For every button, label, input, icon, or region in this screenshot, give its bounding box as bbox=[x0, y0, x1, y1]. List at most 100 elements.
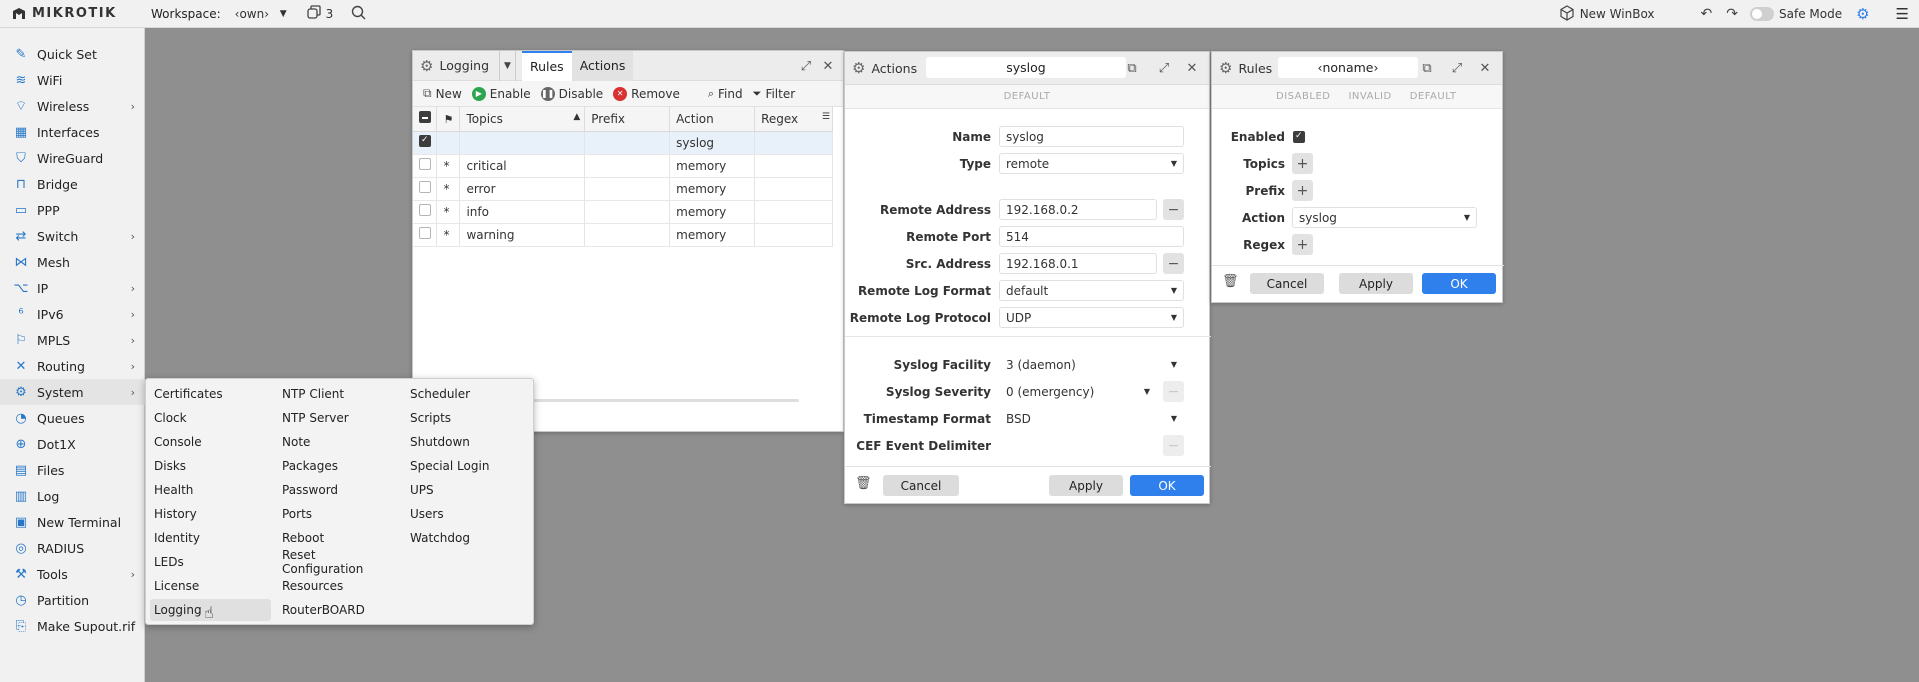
row-checkbox[interactable] bbox=[413, 131, 438, 155]
sidebar-item-radius[interactable]: ◎ RADIUS bbox=[0, 535, 145, 561]
cancel-button[interactable]: Cancel bbox=[883, 475, 959, 496]
disable-button[interactable]: ❚❚ Disable bbox=[540, 86, 603, 101]
menu-item-watchdog[interactable]: Watchdog bbox=[402, 527, 527, 549]
menu-item-users[interactable]: Users bbox=[402, 503, 527, 525]
sidebar-item-system[interactable]: ⚙ System › bbox=[0, 379, 145, 405]
expand-icon[interactable]: ⤢ bbox=[1153, 52, 1175, 85]
menu-item-leds[interactable]: LEDs bbox=[146, 551, 271, 573]
sidebar-item-dot1x[interactable]: ⊕ Dot1X bbox=[0, 431, 145, 457]
menu-icon[interactable]: ☰ bbox=[1896, 5, 1909, 23]
sidebar-item-mesh[interactable]: ⋈ Mesh bbox=[0, 249, 145, 275]
menu-icon[interactable]: ☰ bbox=[822, 112, 830, 122]
remote-log-protocol-select[interactable]: UDP ▼ bbox=[999, 307, 1184, 328]
flag-column-header[interactable]: ⚑ bbox=[436, 107, 461, 132]
apply-button[interactable]: Apply bbox=[1339, 273, 1413, 294]
safe-mode-toggle[interactable]: Safe Mode bbox=[1750, 7, 1842, 21]
sidebar-item-ipv6[interactable]: ⁶ IPv6 › bbox=[0, 301, 145, 327]
settings-icon[interactable]: ⚙ bbox=[1856, 5, 1869, 23]
sidebar-item-wireguard[interactable]: ⛉ WireGuard bbox=[0, 145, 145, 171]
menu-item-identity[interactable]: Identity bbox=[146, 527, 271, 549]
sidebar-item-partition[interactable]: ◷ Partition bbox=[0, 587, 145, 613]
sidebar-item-mpls[interactable]: ⚐ MPLS › bbox=[0, 327, 145, 353]
apply-button[interactable]: Apply bbox=[1049, 475, 1123, 496]
close-icon[interactable]: ✕ bbox=[1181, 52, 1203, 85]
action-select[interactable]: syslog ▼ bbox=[1292, 207, 1477, 228]
tab-actions[interactable]: Actions bbox=[571, 50, 634, 81]
enable-button[interactable]: ▶ Enable bbox=[471, 86, 531, 101]
tab-rules[interactable]: Rules bbox=[521, 50, 572, 81]
menu-item-ntp-client[interactable]: NTP Client bbox=[274, 383, 399, 405]
remove-src-address-button[interactable]: − bbox=[1163, 253, 1184, 274]
menu-item-console[interactable]: Console bbox=[146, 431, 271, 453]
ok-button[interactable]: OK bbox=[1422, 273, 1496, 294]
menu-item-license[interactable]: License bbox=[146, 575, 271, 597]
menu-item-scripts[interactable]: Scripts bbox=[402, 407, 527, 429]
select-all-checkbox[interactable] bbox=[413, 107, 438, 132]
remote-port-field[interactable]: 514 bbox=[999, 226, 1184, 247]
row-checkbox[interactable] bbox=[413, 154, 438, 178]
menu-item-password[interactable]: Password bbox=[274, 479, 399, 501]
sidebar-item-tools[interactable]: ⚒ Tools › bbox=[0, 561, 145, 587]
menu-item-history[interactable]: History bbox=[146, 503, 271, 525]
sidebar-item-wifi[interactable]: ≋ WiFi bbox=[0, 67, 145, 93]
close-icon[interactable]: ✕ bbox=[817, 51, 839, 81]
column-action[interactable]: Action bbox=[669, 107, 756, 132]
sidebar-item-bridge[interactable]: ⊓ Bridge bbox=[0, 171, 145, 197]
menu-item-routerboard[interactable]: RouterBOARD bbox=[274, 599, 399, 621]
table-row[interactable]: * critical memory bbox=[413, 154, 833, 178]
chevron-down-icon[interactable]: ▼ bbox=[499, 50, 516, 81]
remove-button[interactable]: ✕ Remove bbox=[613, 86, 680, 101]
sidebar-item-switch[interactable]: ⇄ Switch › bbox=[0, 223, 145, 249]
remote-address-field[interactable]: 192.168.0.2 bbox=[999, 199, 1157, 220]
menu-item-ups[interactable]: UPS bbox=[402, 479, 527, 501]
new-button[interactable]: ⧉ New bbox=[423, 86, 462, 101]
sidebar-item-files[interactable]: ▤ Files bbox=[0, 457, 145, 483]
redo-icon[interactable]: ↷ bbox=[1726, 6, 1738, 22]
menu-item-disks[interactable]: Disks bbox=[146, 455, 271, 477]
table-row[interactable]: * warning memory bbox=[413, 223, 833, 247]
sidebar-item-wireless[interactable]: ⌔ Wireless › bbox=[0, 93, 145, 119]
remove-remote-address-button[interactable]: − bbox=[1163, 199, 1184, 220]
filter-button[interactable]: ⏷ Filter bbox=[753, 87, 796, 101]
column-prefix[interactable]: Prefix bbox=[584, 107, 671, 132]
sidebar-item-routing[interactable]: ✕ Routing › bbox=[0, 353, 145, 379]
menu-item-health[interactable]: Health bbox=[146, 479, 271, 501]
syslog-severity-select[interactable]: 0 (emergency) ▼ bbox=[999, 381, 1157, 402]
undo-icon[interactable]: ↶ bbox=[1701, 6, 1713, 22]
search-button[interactable] bbox=[351, 5, 366, 23]
sidebar-item-interfaces[interactable]: ▦ Interfaces bbox=[0, 119, 145, 145]
sidebar-item-log[interactable]: ▥ Log bbox=[0, 483, 145, 509]
sidebar-item-new-terminal[interactable]: ▣ New Terminal bbox=[0, 509, 145, 535]
close-icon[interactable]: ✕ bbox=[1474, 52, 1496, 85]
find-button[interactable]: ⌕ Find bbox=[708, 87, 743, 101]
expand-icon[interactable]: ⤢ bbox=[1446, 52, 1468, 85]
column-topics[interactable]: Topics ▲ bbox=[459, 107, 586, 132]
menu-item-certificates[interactable]: Certificates bbox=[146, 383, 271, 405]
table-row[interactable]: * error memory bbox=[413, 177, 833, 201]
timestamp-format-select[interactable]: BSD ▼ bbox=[999, 408, 1184, 429]
menu-item-reset-configuration[interactable]: Reset Configuration bbox=[274, 548, 399, 576]
table-row[interactable]: * info memory bbox=[413, 200, 833, 224]
sidebar-item-queues[interactable]: ◔ Queues bbox=[0, 405, 145, 431]
cancel-button[interactable]: Cancel bbox=[1250, 273, 1324, 294]
trash-icon[interactable]: 🗑 bbox=[855, 476, 872, 491]
menu-item-clock[interactable]: Clock bbox=[146, 407, 271, 429]
row-checkbox[interactable] bbox=[413, 177, 438, 201]
new-winbox-button[interactable]: New WinBox bbox=[1559, 4, 1655, 24]
copy-icon[interactable]: ⧉ bbox=[1121, 52, 1143, 85]
name-field[interactable]: syslog bbox=[999, 126, 1184, 147]
sidebar-item-ppp[interactable]: ▭ PPP bbox=[0, 197, 145, 223]
row-checkbox[interactable] bbox=[413, 200, 438, 224]
add-topics-button[interactable]: + bbox=[1292, 153, 1313, 174]
add-regex-button[interactable]: + bbox=[1292, 234, 1313, 255]
src-address-field[interactable]: 192.168.0.1 bbox=[999, 253, 1157, 274]
menu-item-resources[interactable]: Resources bbox=[274, 575, 399, 597]
syslog-facility-select[interactable]: 3 (daemon) ▼ bbox=[999, 354, 1184, 375]
windows-counter[interactable]: 3 bbox=[306, 5, 333, 22]
menu-item-reboot[interactable]: Reboot bbox=[274, 527, 399, 549]
copy-icon[interactable]: ⧉ bbox=[1416, 52, 1438, 85]
remote-log-format-select[interactable]: default ▼ bbox=[999, 280, 1184, 301]
sidebar-item-ip[interactable]: ⌥ IP › bbox=[0, 275, 145, 301]
menu-item-special-login[interactable]: Special Login bbox=[402, 455, 527, 477]
expand-icon[interactable]: ⤢ bbox=[795, 51, 817, 81]
